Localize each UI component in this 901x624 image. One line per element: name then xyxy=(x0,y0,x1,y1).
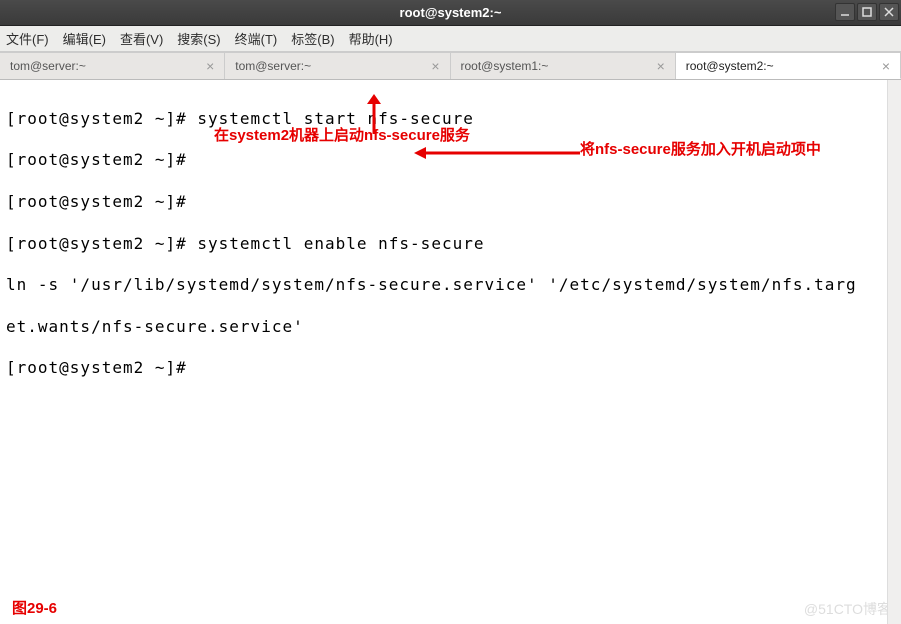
minimize-button[interactable] xyxy=(835,3,855,21)
menu-file[interactable]: 文件(F) xyxy=(6,29,49,48)
tab-3[interactable]: root@system1:~ × xyxy=(451,52,676,79)
scrollbar[interactable] xyxy=(887,80,901,624)
tabbar: tom@server:~ × tom@server:~ × root@syste… xyxy=(0,52,901,80)
minimize-icon xyxy=(840,7,850,17)
menu-help[interactable]: 帮助(H) xyxy=(349,29,393,48)
terminal-line: ln -s '/usr/lib/systemd/system/nfs-secur… xyxy=(6,275,901,296)
window-title: root@system2:~ xyxy=(400,5,502,20)
menu-edit[interactable]: 编辑(E) xyxy=(63,29,106,48)
terminal-line: [root@system2 ~]# systemctl enable nfs-s… xyxy=(6,234,901,255)
menu-tabs[interactable]: 标签(B) xyxy=(291,29,334,48)
tab-label: root@system1:~ xyxy=(461,59,653,73)
tab-4-active[interactable]: root@system2:~ × xyxy=(676,52,901,79)
maximize-button[interactable] xyxy=(857,3,877,21)
figure-label: 图29-6 xyxy=(12,599,57,619)
maximize-icon xyxy=(862,7,872,17)
annotation-enable-service: 将nfs-secure服务加入开机启动项中 xyxy=(580,140,821,160)
terminal-line: et.wants/nfs-secure.service' xyxy=(6,317,901,338)
menubar: 文件(F) 编辑(E) 查看(V) 搜索(S) 终端(T) 标签(B) 帮助(H… xyxy=(0,26,901,52)
tab-2[interactable]: tom@server:~ × xyxy=(225,52,450,79)
tab-close-icon[interactable]: × xyxy=(202,58,214,74)
watermark: @51CTO博客 xyxy=(804,600,891,618)
close-window-button[interactable] xyxy=(879,3,899,21)
tab-close-icon[interactable]: × xyxy=(427,58,439,74)
window-titlebar: root@system2:~ xyxy=(0,0,901,26)
tab-label: root@system2:~ xyxy=(686,59,878,73)
menu-search[interactable]: 搜索(S) xyxy=(177,29,220,48)
terminal-output[interactable]: [root@system2 ~]# systemctl start nfs-se… xyxy=(0,80,901,624)
tab-1[interactable]: tom@server:~ × xyxy=(0,52,225,79)
tab-label: tom@server:~ xyxy=(10,59,202,73)
annotation-start-service: 在system2机器上启动nfs-secure服务 xyxy=(214,126,470,146)
terminal-line: [root@system2 ~]# xyxy=(6,192,901,213)
menu-terminal[interactable]: 终端(T) xyxy=(235,29,278,48)
tab-close-icon[interactable]: × xyxy=(878,58,890,74)
tab-close-icon[interactable]: × xyxy=(653,58,665,74)
close-icon xyxy=(884,7,894,17)
tab-label: tom@server:~ xyxy=(235,59,427,73)
menu-view[interactable]: 查看(V) xyxy=(120,29,163,48)
terminal-line: [root@system2 ~]# xyxy=(6,358,901,379)
